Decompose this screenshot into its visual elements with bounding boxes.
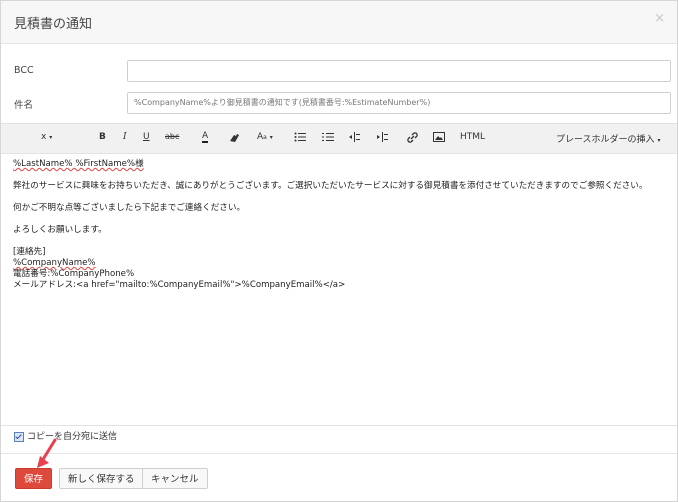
highlight-icon[interactable] (229, 132, 241, 143)
underline-button[interactable]: U (143, 132, 150, 142)
body-line: %LastName% %FirstName%様 (13, 159, 144, 169)
divider (1, 453, 677, 454)
font-size-label: x (41, 132, 47, 142)
cancel-button[interactable]: キャンセル (142, 468, 208, 489)
body-line: [連絡先] (13, 247, 46, 257)
indent-icon[interactable] (349, 132, 360, 142)
divider (1, 425, 677, 426)
close-icon[interactable]: × (654, 11, 665, 26)
placeholder-insert-dropdown[interactable]: プレースホルダーの挿入 ▾ (556, 132, 660, 145)
dialog-header: 見積書の通知 × (1, 1, 677, 44)
copy-to-self-option[interactable]: コピーを自分宛に送信 (14, 429, 117, 442)
annotation-arrow-icon (37, 438, 57, 468)
font-size-dropdown[interactable]: x ▾ (41, 132, 52, 142)
bcc-label: BCC (14, 65, 34, 76)
body-line: %CompanyName% (13, 258, 96, 268)
italic-button[interactable]: I (123, 132, 127, 142)
subject-input[interactable]: %CompanyName%より御見積書の通知です(見積書番号:%Estimate… (127, 92, 671, 114)
copy-to-self-checkbox[interactable] (14, 431, 24, 442)
chevron-down-icon: ▾ (49, 134, 53, 141)
bullet-list-icon[interactable] (294, 132, 306, 142)
font-color-button[interactable]: A (202, 132, 209, 143)
save-button[interactable]: 保存 (15, 468, 52, 489)
outdent-icon[interactable] (377, 132, 388, 142)
chevron-down-icon: ▾ (269, 134, 273, 141)
image-icon[interactable] (433, 132, 445, 142)
subject-label: 件名 (14, 100, 34, 111)
body-line: 弊社のサービスに興味をお持ちいただき、誠にありがとうございます。ご選択いただいた… (13, 181, 648, 191)
bold-button[interactable]: B (99, 132, 106, 142)
estimate-notification-dialog: 見積書の通知 × BCC 件名 %CompanyName%より御見積書の通知です… (0, 0, 678, 502)
bcc-input[interactable] (127, 60, 671, 82)
body-line: メールアドレス:<a href="mailto:%CompanyEmail%">… (13, 280, 346, 290)
body-line: 何かご不明な点等ございましたら下記までご連絡ください。 (13, 203, 246, 213)
email-body-editor[interactable]: %LastName% %FirstName%様 弊社のサービスに興味をお持ちいた… (1, 153, 677, 423)
placeholder-insert-label: プレースホルダーの挿入 (556, 135, 655, 145)
editor-toolbar: x ▾ B I U abc A Aa ▾ HTML プレースホルダーの挿入 ▾ (1, 123, 677, 154)
chevron-down-icon: ▾ (657, 137, 661, 144)
dialog-title: 見積書の通知 (14, 17, 93, 32)
body-line: よろしくお願いします。 (13, 225, 107, 235)
html-button[interactable]: HTML (460, 132, 485, 142)
numbered-list-icon[interactable] (322, 132, 334, 142)
strikethrough-button[interactable]: abc (165, 132, 179, 141)
link-icon[interactable] (407, 132, 418, 143)
save-new-button[interactable]: 新しく保存する (59, 468, 144, 489)
body-line: 電話番号:%CompanyPhone% (13, 269, 135, 279)
font-case-dropdown[interactable]: Aa ▾ (257, 132, 273, 142)
